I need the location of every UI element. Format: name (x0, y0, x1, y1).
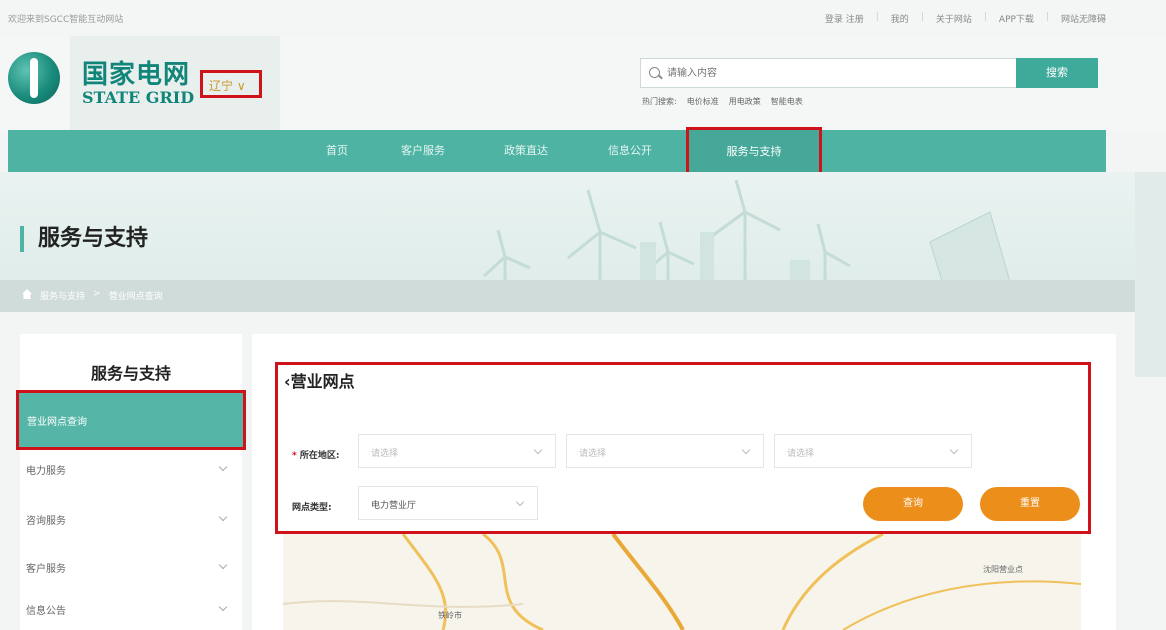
query-button[interactable]: 查询 (863, 487, 963, 521)
logo-english-name: STATE GRID (82, 88, 195, 107)
hot-search-term[interactable]: 用电政策 (729, 96, 761, 107)
sidebar-item-customer[interactable]: 客户服务 (26, 560, 228, 575)
hot-search-term[interactable]: 电价标准 (687, 96, 719, 107)
chevron-down-icon (533, 445, 543, 455)
type-label: 网点类型: (292, 503, 332, 513)
nav-item-customer-service[interactable]: 客户服务 (401, 130, 445, 172)
top-links: 登录 注册 | 我的 | 关于网站 | APP下载 | 网站无障碍 (824, 12, 1106, 25)
chevron-down-icon (741, 445, 751, 455)
sidebar-item-power-service[interactable]: 电力服务 (26, 462, 228, 477)
sidebar: 服务与支持 (20, 334, 242, 630)
chevron-down-icon (218, 560, 228, 570)
sidebar-item-label: 营业网点查询 (27, 417, 87, 428)
home-icon[interactable] (22, 289, 32, 299)
chevron-down-icon (218, 602, 228, 612)
panel-title[interactable]: ‹营业网点 (284, 368, 355, 392)
map-label: 沈阳营业点 (983, 565, 1023, 574)
sidebar-item-consulting[interactable]: 咨询服务 (26, 512, 228, 527)
reset-button[interactable]: 重置 (980, 487, 1080, 521)
side-decoration (1135, 172, 1166, 377)
map-label: 铁岭市 (438, 611, 462, 620)
sidebar-item-branch-query[interactable]: 营业网点查询 (16, 390, 246, 450)
login-register-link[interactable]: 登录 注册 (825, 12, 864, 25)
state-grid-logo-icon[interactable] (8, 52, 60, 104)
page-banner: 服务与支持 服务与支持 > 营业网点查询 (0, 172, 1135, 312)
chevron-down-icon (515, 497, 525, 507)
search-input[interactable] (641, 59, 1017, 87)
back-arrow-icon[interactable]: ‹ (284, 372, 291, 391)
breadcrumb-item[interactable]: 服务与支持 (40, 289, 85, 302)
hot-search-label: 热门搜索: (642, 97, 677, 106)
breadcrumb-bar (0, 280, 1135, 312)
region-selector[interactable]: 辽宁 ∨ (200, 70, 262, 98)
sidebar-item-announcements[interactable]: 信息公告 (26, 602, 228, 617)
branch-map[interactable]: 铁岭市 沈阳营业点 (283, 534, 1081, 630)
map-roads (283, 534, 1081, 630)
nav-item-policy[interactable]: 政策直达 (504, 130, 548, 172)
nav-item-info-disclosure[interactable]: 信息公开 (608, 130, 652, 172)
logo-chinese-name: 国家电网 (82, 60, 191, 90)
accessibility-link[interactable]: 网站无障碍 (1061, 12, 1106, 25)
main-nav: 首页 客户服务 政策直达 信息公开 (8, 130, 1106, 172)
nav-item-service-support[interactable]: 服务与支持 (686, 127, 822, 177)
sidebar-title: 服务与支持 (90, 364, 171, 383)
province-select[interactable]: 请选择 (358, 434, 556, 468)
breadcrumb: 服务与支持 > 营业网点查询 (22, 289, 163, 302)
chevron-down-icon (218, 512, 228, 522)
chevron-down-icon (218, 462, 228, 472)
search-button[interactable]: 搜索 (1016, 58, 1098, 88)
page-title: 服务与支持 (20, 226, 148, 252)
hot-search-term[interactable]: 智能电表 (771, 96, 803, 107)
breadcrumb-current: 营业网点查询 (108, 292, 163, 302)
welcome-text: 欢迎来到SGCC智能互动网站 (8, 15, 124, 25)
top-utility-bar: 欢迎来到SGCC智能互动网站 登录 注册 | 我的 | 关于网站 | APP下载 | 网… (0, 0, 1166, 36)
nav-item-home[interactable]: 首页 (326, 130, 348, 172)
city-select[interactable]: 请选择 (566, 434, 764, 468)
district-select[interactable]: 请选择 (774, 434, 972, 468)
hot-searches: 热门搜索: 电价标准 用电政策 智能电表 (642, 96, 803, 107)
branch-type-select[interactable]: 电力营业厅 (358, 486, 538, 520)
breadcrumb-separator: > (93, 289, 101, 299)
chevron-down-icon (949, 445, 959, 455)
my-link[interactable]: 我的 (891, 12, 909, 25)
about-link[interactable]: 关于网站 (936, 12, 972, 25)
region-label: * 所在地区: (292, 451, 340, 461)
app-download-link[interactable]: APP下载 (999, 12, 1034, 25)
